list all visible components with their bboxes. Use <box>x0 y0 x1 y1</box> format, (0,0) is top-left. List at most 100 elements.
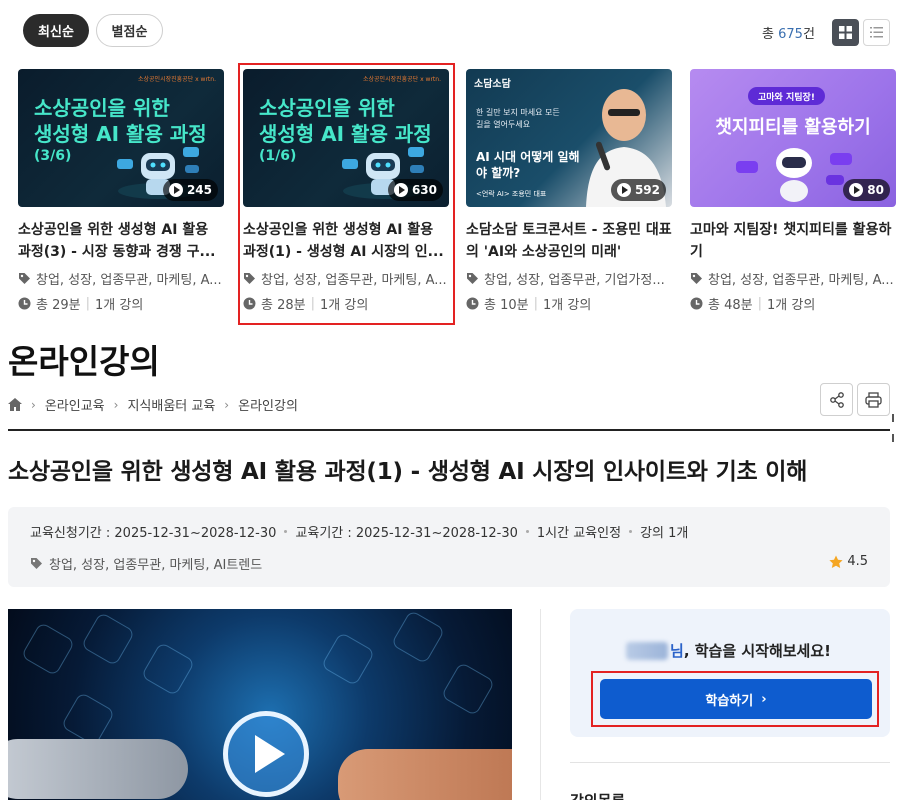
breadcrumb-item[interactable]: 지식배움터 교육 <box>127 395 215 414</box>
thumb-headline: 챗지피티를 활용하기 <box>715 117 871 138</box>
thumb-title-line1: 소상공인을 위한 <box>259 96 395 120</box>
hex-decoration <box>80 611 136 667</box>
meta-divider: | <box>533 296 538 311</box>
card-lecture-count: 1개 강의 <box>543 298 592 313</box>
star-icon <box>829 555 843 568</box>
home-icon[interactable] <box>8 398 22 411</box>
thumb-headline: AI 시대 어떻게 일해야 할까? <box>476 150 580 180</box>
course-card[interactable]: 고마와 지팀장! 챗지피티를 활용하기 80 고마와 지팀장! 챗지피티를 활용… <box>690 69 896 313</box>
play-icon <box>168 183 183 197</box>
start-learning-label: 학습하기 <box>705 693 754 709</box>
video-player[interactable] <box>8 609 512 800</box>
list-view-button[interactable] <box>863 19 890 46</box>
play-count-badge: 630 <box>387 179 443 201</box>
tag-icon <box>19 273 30 284</box>
panel-divider <box>570 762 890 763</box>
course-thumbnail[interactable]: 소담소담 한 길만 보지 마세요 모든 길을 열어두세요 AI 시대 어떻게 일… <box>466 69 672 207</box>
clock-icon <box>690 297 703 310</box>
clock-icon <box>466 297 479 310</box>
share-button[interactable] <box>820 383 853 416</box>
grid-view-button[interactable] <box>832 19 859 46</box>
bullet <box>629 530 633 533</box>
card-tag-text: 창업, 성장, 업종무관, 마케팅, A... <box>708 273 894 288</box>
list-icon <box>870 27 883 38</box>
tag-icon <box>691 273 702 284</box>
total-prefix: 총 <box>762 27 774 42</box>
greeting-text: , 학습을 시작해보세요! <box>683 642 831 660</box>
play-count-badge: 80 <box>843 179 890 201</box>
play-count-badge: 592 <box>610 179 666 201</box>
start-learning-button[interactable]: 학습하기 › <box>600 679 872 719</box>
play-count: 80 <box>867 183 884 197</box>
course-card-selected[interactable]: 소상공인시장진흥공단 x wrtn. 소상공인을 위한 생성형 AI 활용 과정… <box>243 69 449 313</box>
play-count: 245 <box>186 183 212 197</box>
human-hand <box>338 749 512 800</box>
card-title[interactable]: 소상공인을 위한 생성형 AI 활용 과정(3) - 시장 동향과 경쟁 구..… <box>18 219 224 263</box>
hex-decoration <box>140 641 196 697</box>
course-card[interactable]: 소담소담 한 길만 보지 마세요 모든 길을 열어두세요 AI 시대 어떻게 일… <box>466 69 672 313</box>
card-title[interactable]: 소상공인을 위한 생성형 AI 활용 과정(1) - 생성형 AI 시장의 인.… <box>243 219 449 263</box>
bullet <box>284 530 288 533</box>
course-thumbnail[interactable]: 고마와 지팀장! 챗지피티를 활용하기 80 <box>690 69 896 207</box>
card-duration-text: 총 29분 <box>36 298 81 313</box>
card-lecture-count: 1개 강의 <box>95 298 144 313</box>
hex-decoration <box>320 631 376 687</box>
play-icon <box>393 183 408 197</box>
breadcrumb-item-current: 온라인강의 <box>238 399 298 414</box>
print-icon <box>865 391 882 408</box>
chevron-right-icon: › <box>224 397 230 412</box>
bullet <box>525 530 529 533</box>
card-title[interactable]: 고마와 지팀장! 챗지피티를 활용하기 <box>690 219 896 263</box>
course-thumbnail[interactable]: 소상공인시장진흥공단 x wrtn. 소상공인을 위한 생성형 AI 활용 과정… <box>243 69 449 207</box>
chevron-right-icon: › <box>761 691 767 707</box>
grid-icon <box>839 26 852 39</box>
thumb-part: (3/6) <box>34 148 72 164</box>
chevron-right-icon: › <box>31 397 36 412</box>
sort-latest-button[interactable]: 최신순 <box>23 14 89 47</box>
total-suffix: 건 <box>802 27 815 42</box>
greeting-honorific: 님 <box>670 642 684 660</box>
credit-hours: 1시간 교육인정 <box>536 526 622 541</box>
thumb-quote: 한 길만 보지 마세요 모든 길을 열어두세요 <box>476 108 560 129</box>
total-number: 675 <box>778 27 803 42</box>
play-icon <box>616 183 631 197</box>
card-tags: 창업, 성장, 업종무관, 마케팅, A... <box>690 269 896 288</box>
sort-rating-button[interactable]: 별점순 <box>96 14 163 47</box>
course-thumbnail[interactable]: 소상공인시장진흥공단 x wrtn. 소상공인을 위한 생성형 AI 활용 과정… <box>18 69 224 207</box>
print-button[interactable] <box>857 383 890 416</box>
thumb-brand: 소상공인시장진흥공단 x wrtn. <box>362 76 441 83</box>
card-tag-text: 창업, 성장, 업종무관, 마케팅, A... <box>36 273 222 288</box>
card-tags: 창업, 성장, 업종무관, 기업가정... <box>466 269 672 288</box>
play-count: 630 <box>411 183 437 197</box>
card-duration: 총 29분 | 1개 강의 <box>18 294 224 313</box>
edu-period: 교육기간 : 2025-12-31~2028-12-30 <box>295 526 518 541</box>
robot-hand <box>8 739 188 799</box>
thumb-part: (1/6) <box>259 148 297 164</box>
user-name-blurred <box>626 641 668 660</box>
page-title: 온라인강의 <box>8 342 160 381</box>
rating-value: 4.5 <box>847 554 868 569</box>
card-duration-text: 총 28분 <box>261 298 306 313</box>
share-icon <box>829 391 844 408</box>
card-title[interactable]: 소담소담 토크콘서트 - 조용민 대표의 'AI와 소상공인의 미래' <box>466 219 672 263</box>
column-divider <box>540 609 541 800</box>
breadcrumb: › 온라인교육 › 지식배움터 교육 › 온라인강의 <box>8 395 298 414</box>
course-card[interactable]: 소상공인시장진흥공단 x wrtn. 소상공인을 위한 생성형 AI 활용 과정… <box>18 69 224 313</box>
chevron-right-icon: › <box>113 397 119 412</box>
card-duration-text: 총 48분 <box>708 298 753 313</box>
thumb-caption: <언락 AI> 조용민 대표 <box>476 190 547 198</box>
course-tag-text: 창업, 성장, 업종무관, 마케팅, AI트렌드 <box>49 558 263 573</box>
scroll-edge-mark <box>892 434 894 442</box>
card-duration: 총 28분 | 1개 강의 <box>243 294 449 313</box>
card-lecture-count: 1개 강의 <box>767 298 816 313</box>
card-tag-text: 창업, 성장, 업종무관, 기업가정... <box>484 273 665 288</box>
hex-decoration <box>440 661 496 717</box>
lecture-list-heading: 강의목록 <box>570 790 625 800</box>
breadcrumb-item[interactable]: 온라인교육 <box>45 395 105 414</box>
video-play-button[interactable] <box>223 711 309 797</box>
thumb-pill: 고마와 지팀장! <box>748 87 825 105</box>
card-tag-text: 창업, 성장, 업종무관, 마케팅, A... <box>261 273 447 288</box>
scroll-edge-mark <box>892 414 894 422</box>
thumb-brand: 소상공인시장진흥공단 x wrtn. <box>137 76 216 83</box>
card-tags: 창업, 성장, 업종무관, 마케팅, A... <box>18 269 224 288</box>
